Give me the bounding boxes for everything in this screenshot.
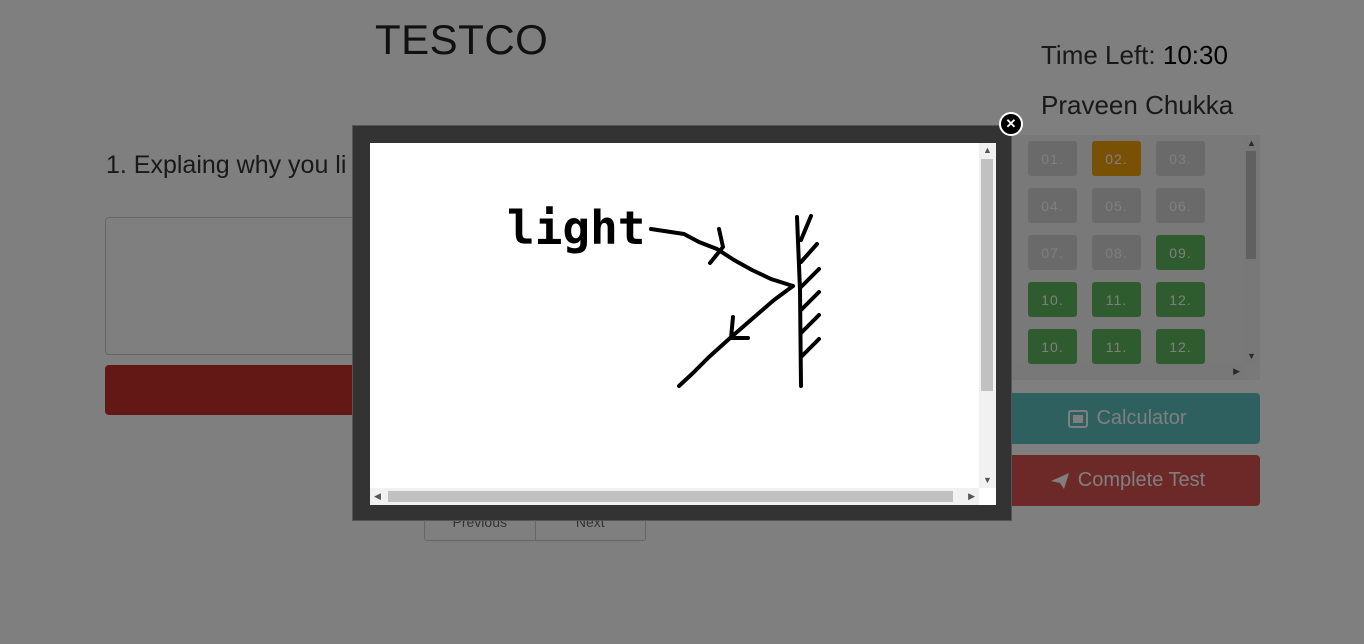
modal-content: light ▲ ▼ ◀ ▶ (370, 143, 996, 505)
scroll-right-icon[interactable]: ▶ (968, 492, 975, 501)
scroll-down-icon[interactable]: ▼ (983, 476, 992, 485)
image-modal: light ▲ ▼ ◀ ▶ (352, 125, 1012, 521)
reflection-drawing (649, 214, 821, 388)
drawing-svg: light (507, 201, 821, 388)
modal-vscroll-thumb[interactable] (981, 159, 993, 391)
answer-image: light (379, 152, 979, 488)
scroll-up-icon[interactable]: ▲ (983, 146, 992, 155)
modal-hscroll[interactable]: ◀ ▶ (370, 488, 979, 505)
modal-vscroll[interactable]: ▲ ▼ (979, 143, 996, 488)
scroll-left-icon[interactable]: ◀ (374, 492, 381, 501)
drawing-text: light (507, 201, 645, 255)
close-icon[interactable]: ✕ (999, 112, 1023, 136)
modal-hscroll-thumb[interactable] (388, 491, 953, 502)
